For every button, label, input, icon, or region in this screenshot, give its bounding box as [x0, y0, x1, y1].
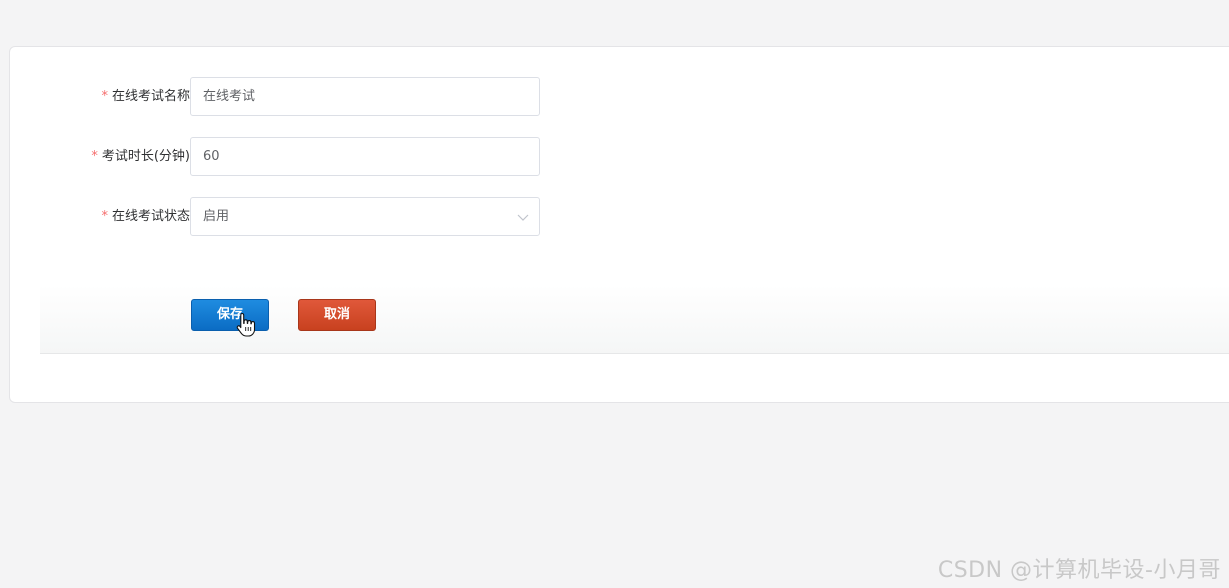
exam-status-value: 启用 [203, 209, 230, 224]
exam-name-row: * 在线考试名称 在线考试 [10, 77, 550, 116]
exam-name-input[interactable]: 在线考试 [190, 77, 540, 116]
exam-form-panel: * 在线考试名称 在线考试 * 考试时长(分钟) 60 * 在线考试状态 启用 保存 … [9, 46, 1229, 403]
required-mark: * [91, 149, 98, 164]
exam-duration-input[interactable]: 60 [190, 137, 540, 176]
required-mark: * [101, 89, 108, 104]
exam-duration-label: 考试时长(分钟) [101, 149, 190, 164]
exam-status-label: 在线考试状态 [111, 209, 190, 224]
chevron-down-icon[interactable] [517, 211, 529, 223]
required-mark: * [101, 209, 108, 224]
exam-duration-label-wrap: * 考试时长(分钟) [91, 137, 190, 176]
exam-duration-row: * 考试时长(分钟) 60 [10, 137, 550, 176]
exam-status-row: * 在线考试状态 启用 [10, 197, 550, 236]
save-button[interactable]: 保存 [191, 299, 269, 331]
exam-status-label-wrap: * 在线考试状态 [101, 197, 190, 236]
hand-pointer-icon [236, 312, 256, 337]
csdn-watermark: CSDN @计算机毕设-小月哥 [937, 558, 1221, 583]
form-action-bar: 保存 取消 [40, 285, 1229, 354]
exam-status-select[interactable]: 启用 [190, 197, 540, 236]
cancel-button[interactable]: 取消 [298, 299, 376, 331]
exam-name-label: 在线考试名称 [111, 89, 190, 104]
exam-name-label-wrap: * 在线考试名称 [101, 77, 190, 116]
